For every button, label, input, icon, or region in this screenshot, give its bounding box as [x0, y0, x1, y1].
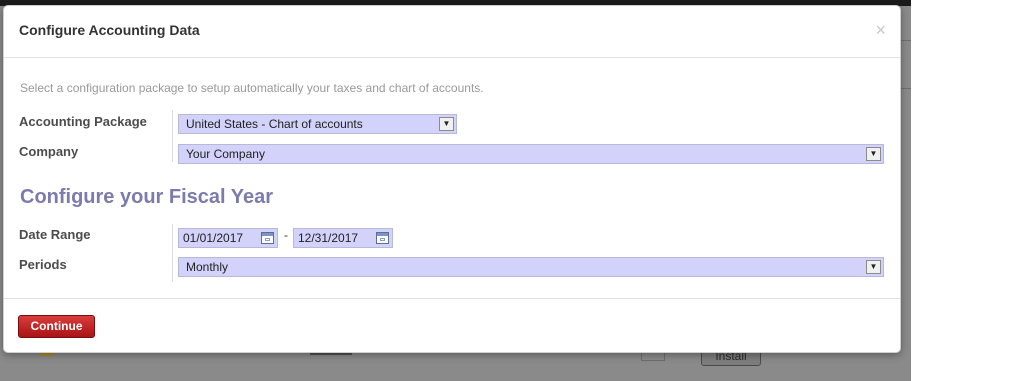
date-end-value: 12/31/2017 [298, 231, 359, 245]
dialog-title: Configure Accounting Data [19, 22, 200, 38]
form-divider [172, 110, 173, 162]
chevron-down-icon[interactable]: ▼ [439, 117, 454, 131]
continue-button[interactable]: Continue [18, 315, 95, 338]
calendar-icon[interactable] [376, 232, 389, 244]
dialog-header: Configure Accounting Data × [4, 6, 900, 58]
chevron-down-icon[interactable]: ▼ [866, 260, 881, 274]
background-divider [900, 40, 911, 41]
form-divider [172, 224, 173, 282]
dialog-footer-divider [4, 298, 900, 299]
close-icon[interactable]: × [875, 21, 886, 39]
chevron-down-icon[interactable]: ▼ [866, 147, 881, 161]
dialog-intro-text: Select a configuration package to setup … [20, 81, 484, 95]
date-range-label: Date Range [19, 227, 91, 242]
fiscal-year-heading: Configure your Fiscal Year [20, 186, 274, 208]
company-value: Your Company [186, 147, 265, 161]
periods-select[interactable]: Monthly ▼ [178, 257, 884, 277]
accounting-package-select[interactable]: United States - Chart of accounts ▼ [178, 114, 457, 134]
date-start-value: 01/01/2017 [183, 231, 244, 245]
date-range-separator: - [284, 228, 288, 242]
periods-label: Periods [19, 257, 67, 272]
background-divider [900, 88, 911, 89]
configure-accounting-dialog: Configure Accounting Data × Select a con… [3, 5, 901, 353]
periods-value: Monthly [186, 260, 229, 274]
accounting-package-label: Accounting Package [19, 114, 147, 129]
date-end-input[interactable]: 12/31/2017 [293, 228, 393, 248]
accounting-package-value: United States - Chart of accounts [186, 117, 363, 131]
company-select[interactable]: Your Company ▼ [178, 144, 884, 164]
date-start-input[interactable]: 01/01/2017 [178, 228, 278, 248]
company-label: Company [19, 144, 79, 159]
calendar-icon[interactable] [261, 232, 274, 244]
